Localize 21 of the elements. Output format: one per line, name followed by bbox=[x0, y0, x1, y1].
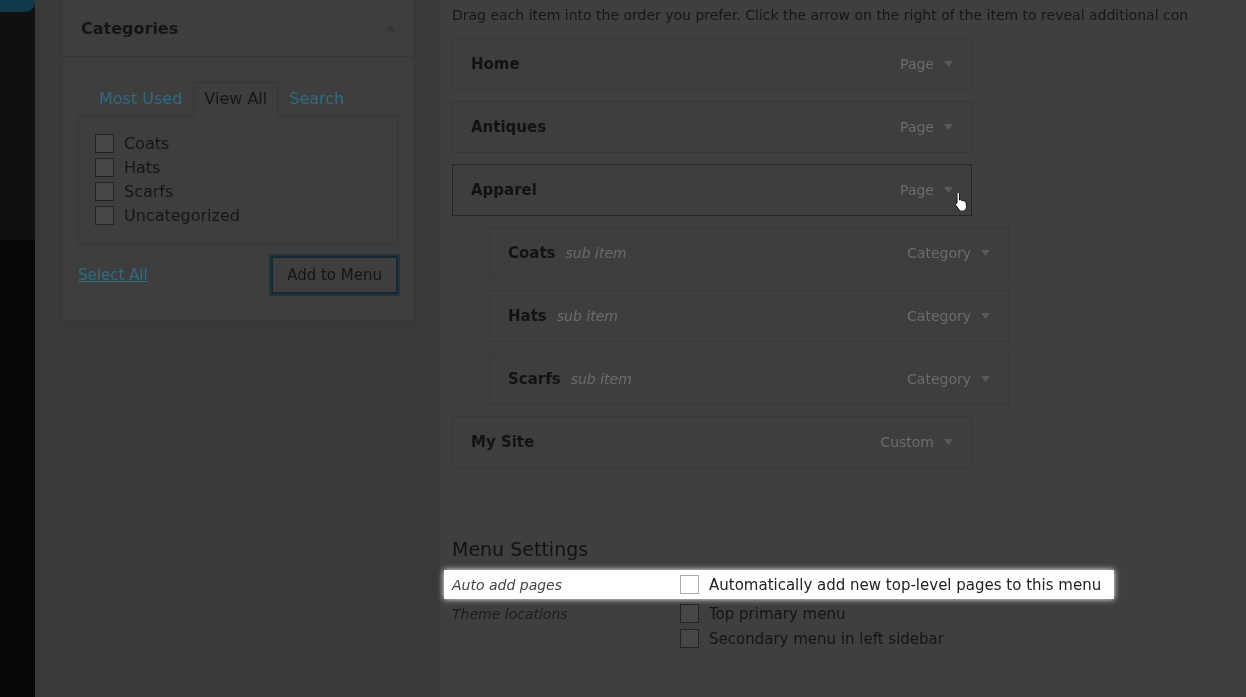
caret-icon[interactable] bbox=[944, 187, 953, 193]
category-tab[interactable]: Search bbox=[278, 82, 356, 116]
checkbox[interactable] bbox=[95, 206, 114, 225]
checkbox[interactable] bbox=[680, 629, 699, 648]
checkbox-label: Automatically add new top-level pages to this menu bbox=[709, 575, 1102, 594]
caret-icon[interactable] bbox=[944, 439, 953, 445]
select-all-link[interactable]: Select All bbox=[78, 266, 148, 284]
caret-icon[interactable] bbox=[981, 313, 990, 319]
checkbox[interactable] bbox=[680, 575, 699, 594]
checkbox[interactable] bbox=[95, 182, 114, 201]
checkbox[interactable] bbox=[95, 134, 114, 153]
checkbox[interactable] bbox=[95, 158, 114, 177]
caret-icon[interactable] bbox=[944, 61, 953, 67]
category-tab[interactable]: Most Used bbox=[88, 82, 194, 116]
caret-icon[interactable] bbox=[981, 250, 990, 256]
checkbox[interactable] bbox=[680, 604, 699, 623]
caret-icon[interactable] bbox=[981, 376, 990, 382]
setting-label: Auto add pages bbox=[452, 576, 564, 594]
hand-cursor-icon bbox=[953, 191, 969, 211]
caret-icon[interactable] bbox=[944, 124, 953, 130]
menu-accent bbox=[0, 0, 35, 12]
